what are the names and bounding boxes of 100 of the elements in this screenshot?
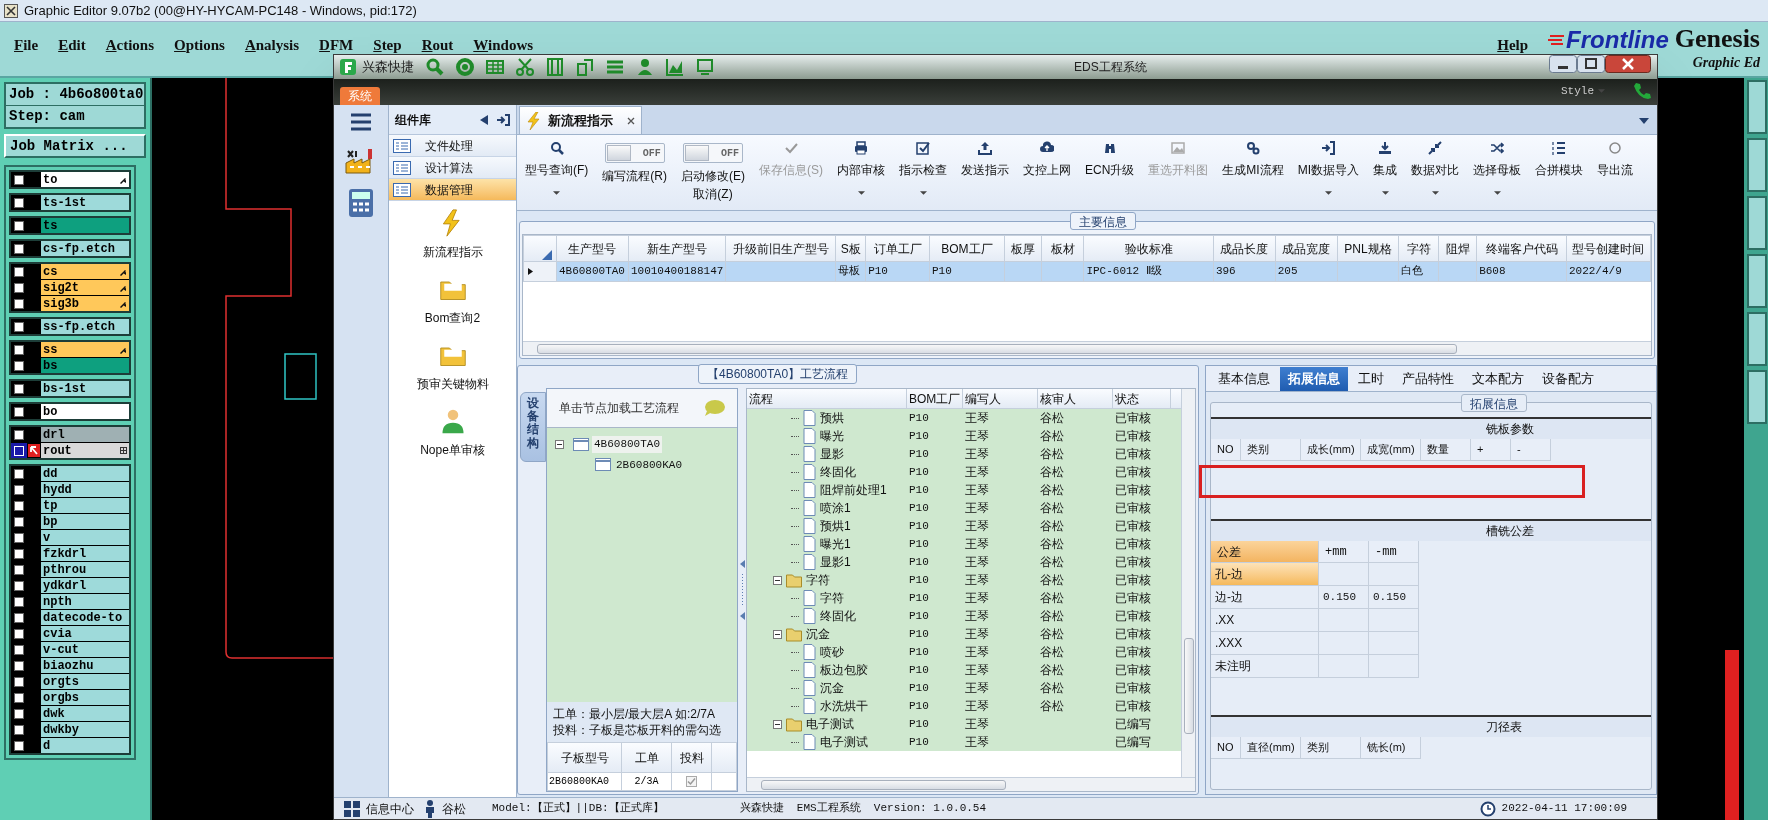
layer-name[interactable]: sig2t <box>41 280 129 295</box>
column-header[interactable]: BOM工厂 <box>929 235 1005 262</box>
tool-button[interactable] <box>1747 196 1767 250</box>
layer-checkbox[interactable] <box>11 658 27 673</box>
ribbon-button[interactable]: 集成 <box>1367 141 1404 203</box>
column-header[interactable]: 核审人 <box>1038 389 1113 408</box>
tree-node[interactable]: 电子测试 <box>820 733 868 751</box>
menu-item[interactable]: Analysis <box>244 34 300 57</box>
module-label[interactable]: 预审关键物料 <box>416 375 489 393</box>
collapse-icon[interactable] <box>480 114 488 125</box>
collapse-icon[interactable] <box>773 719 782 729</box>
horizontal-scrollbar[interactable] <box>523 341 1651 355</box>
close-icon[interactable] <box>627 116 635 125</box>
layer-name[interactable]: tp <box>41 498 129 513</box>
column-header[interactable]: 升级前旧生产型号 <box>725 235 836 262</box>
splitter-handle[interactable] <box>739 560 745 620</box>
column-header[interactable]: 新生产型号 <box>628 235 726 262</box>
tree-node[interactable]: 喷涂1 <box>820 499 851 517</box>
tree-node[interactable]: 显影1 <box>820 553 851 571</box>
group-item[interactable]: 设计算法 <box>389 157 516 179</box>
group-item[interactable]: 数据管理 <box>389 179 516 201</box>
column-header[interactable]: 成品宽度 <box>1275 235 1338 262</box>
scissors-icon[interactable] <box>516 58 534 76</box>
column-header[interactable]: S板 <box>835 235 866 262</box>
ribbon-button[interactable]: MI数据导入 <box>1291 141 1366 203</box>
column-header[interactable]: 直径(mm) <box>1241 737 1301 759</box>
tab[interactable]: 文本配方 <box>1464 367 1532 391</box>
tab[interactable]: 基本信息 <box>1210 367 1278 391</box>
menu-item[interactable]: File <box>14 34 39 57</box>
minimize-button[interactable] <box>1549 55 1577 73</box>
layer-name[interactable]: datecode-to <box>41 610 129 625</box>
ribbon-button[interactable]: 指示检查 <box>893 141 953 203</box>
layer-name[interactable]: ydkdrl <box>41 578 129 593</box>
column-header[interactable]: 流程 <box>747 389 907 408</box>
menu-item[interactable]: Edit <box>58 34 86 57</box>
table-row[interactable]: 4B60800TA0 10010400188147 母板 P10 P10 IPC-6012 Ⅱ级 396 205 白色 B608 2022/4/9 <box>523 261 1651 282</box>
row-header[interactable]: .XXX <box>1211 632 1319 655</box>
layer-checkbox[interactable] <box>11 342 27 357</box>
layer-checkbox[interactable] <box>11 427 27 442</box>
vertical-scrollbar[interactable] <box>1181 389 1195 777</box>
layer-name[interactable]: fzkdrl <box>41 546 129 561</box>
tree-node[interactable]: 显影 <box>820 445 844 463</box>
layer-name[interactable]: orgbs <box>41 690 129 705</box>
horizontal-scrollbar[interactable] <box>747 777 1195 791</box>
column-header[interactable]: 订单工厂 <box>865 235 930 262</box>
layer-checkbox[interactable] <box>11 642 27 657</box>
tree-node[interactable]: 板边包胶 <box>820 661 868 679</box>
search-icon[interactable] <box>426 58 444 76</box>
sign-in-icon[interactable] <box>496 113 510 126</box>
column-header[interactable]: 字符 <box>1398 235 1439 262</box>
layer-name[interactable]: v-cut <box>41 642 129 657</box>
column-header[interactable]: 板材 <box>1041 235 1084 262</box>
column-header[interactable]: NO <box>1211 439 1241 461</box>
row-header[interactable]: 边-边 <box>1211 586 1319 609</box>
chart-icon[interactable] <box>666 58 684 76</box>
column-header[interactable]: 数量 <box>1421 439 1471 461</box>
layer-name[interactable]: drl <box>41 427 129 442</box>
tool-button[interactable] <box>1747 312 1767 366</box>
tree-node[interactable]: 终固化 <box>820 607 856 625</box>
layer-checkbox[interactable] <box>11 594 27 609</box>
calculator-icon[interactable] <box>347 187 375 219</box>
layer-name[interactable]: biaozhu <box>41 658 129 673</box>
column-header[interactable]: 投料 <box>671 742 712 773</box>
layer-name[interactable]: orgts <box>41 674 129 689</box>
tree-node[interactable]: 沉金 <box>820 679 844 697</box>
layer-checkbox[interactable] <box>11 674 27 689</box>
column-header[interactable]: 铣长(m) <box>1361 737 1421 759</box>
column-header[interactable]: NO <box>1211 737 1241 759</box>
table-icon[interactable] <box>486 58 504 76</box>
ribbon-button[interactable]: ECN升级 <box>1079 141 1141 203</box>
tree-node[interactable]: 水洗烘干 <box>820 697 868 715</box>
column-header[interactable]: 验收标准 <box>1083 235 1214 262</box>
layer-name[interactable]: hydd <box>41 482 129 497</box>
row-header[interactable]: .XX <box>1211 609 1319 632</box>
layer-checkbox[interactable] <box>11 610 27 625</box>
tool-button[interactable] <box>1747 138 1767 192</box>
column-header[interactable]: PNL规格 <box>1337 235 1399 262</box>
close-button[interactable] <box>1605 55 1651 73</box>
layer-checkbox[interactable] <box>11 546 27 561</box>
maximize-button[interactable] <box>1577 55 1605 73</box>
ribbon-button[interactable]: 内部审核 <box>831 141 891 203</box>
person-icon[interactable] <box>636 58 654 76</box>
menu-item[interactable]: Rout <box>421 34 454 57</box>
toggle-switch[interactable]: OFF <box>604 143 665 163</box>
layer-name[interactable]: v <box>41 530 129 545</box>
layer-checkbox[interactable] <box>11 280 27 295</box>
layer-name[interactable]: cvia <box>41 626 129 641</box>
layer-checkbox[interactable] <box>11 264 27 279</box>
column-header[interactable]: 公差 <box>1211 541 1319 563</box>
column-header[interactable]: 编写人 <box>963 389 1038 408</box>
tab[interactable]: 拓展信息 <box>1280 367 1348 391</box>
column-header[interactable]: +mm <box>1319 541 1369 563</box>
layer-name[interactable]: cs-fp.etch <box>41 241 129 256</box>
tool-button[interactable] <box>1747 80 1767 134</box>
column-header[interactable]: BOM工厂 <box>907 389 963 408</box>
column-header[interactable]: - <box>1511 439 1551 461</box>
tool-button[interactable] <box>1747 254 1767 308</box>
layer-name[interactable]: dwkby <box>41 722 129 737</box>
column-header[interactable]: 成品长度 <box>1213 235 1276 262</box>
layer-name[interactable]: cs <box>41 264 129 279</box>
